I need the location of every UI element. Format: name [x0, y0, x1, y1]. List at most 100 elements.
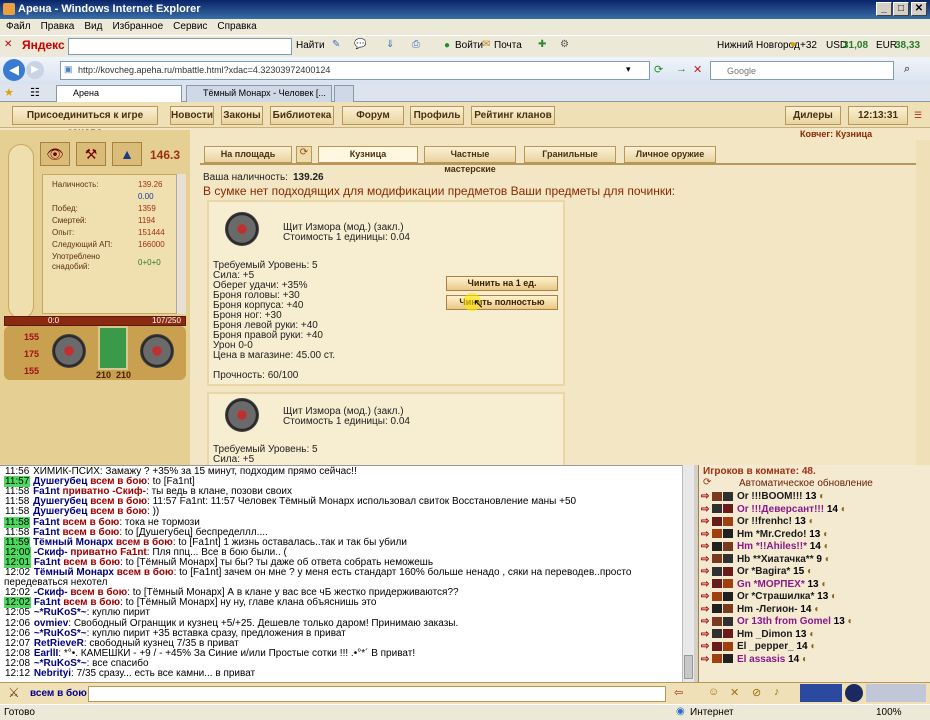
player-name[interactable]: Hm *Mr.Credo!	[737, 529, 806, 540]
close-button[interactable]: ✕	[911, 2, 927, 16]
tab-personal-weapon[interactable]: Личное оружие	[624, 146, 716, 163]
menu-edit[interactable]: Правка	[41, 21, 75, 35]
private-arrow-icon[interactable]: ⇨	[701, 566, 712, 577]
login-button[interactable]: Войти	[455, 40, 483, 51]
shield-item-icon[interactable]	[52, 334, 86, 368]
gear-icon[interactable]: ⚙	[560, 39, 569, 50]
news-button[interactable]: Новости	[170, 106, 214, 125]
minimize-button[interactable]: _	[876, 2, 892, 16]
player-name[interactable]: Or *Страшилка*	[737, 591, 814, 602]
player-row[interactable]: ⇨ El _pepper_ 14 ◐	[701, 641, 816, 652]
back-arrow-icon[interactable]: ◀	[3, 59, 25, 81]
player-name[interactable]: El _pepper_	[737, 641, 794, 652]
private-arrow-icon[interactable]: ⇨	[701, 529, 712, 540]
shield-item-icon[interactable]	[140, 334, 174, 368]
swords-icon[interactable]: ⚔	[8, 685, 20, 701]
info-icon[interactable]: ◐	[816, 491, 825, 502]
private-arrow-icon[interactable]: ⇨	[701, 654, 712, 665]
clan-rating-button[interactable]: Рейтинг кланов	[471, 106, 555, 125]
refresh-icon[interactable]: ⟳	[654, 63, 663, 76]
menu-file[interactable]: Файл	[6, 21, 31, 35]
info-icon[interactable]: ◐	[799, 654, 808, 665]
menu-help[interactable]: Справка	[217, 21, 256, 35]
chat-scrollbar[interactable]	[682, 465, 694, 682]
refresh-icon[interactable]: ⟳	[296, 146, 312, 163]
player-row[interactable]: ⇨ Or *Страшилка* 13 ◐	[701, 591, 837, 602]
url-field[interactable]: http://kovcheg.apeha.ru/mbattle.html?xda…	[78, 65, 330, 75]
player-name[interactable]: Gn *МОРПЕХ*	[737, 579, 805, 590]
plus-icon[interactable]: ✚	[538, 39, 546, 50]
private-arrow-icon[interactable]: ⇨	[701, 616, 712, 627]
player-name[interactable]: Hm -Легион-	[737, 604, 798, 615]
player-name[interactable]: Hm _Dimon	[737, 629, 793, 640]
player-row[interactable]: ⇨ Gn *МОРПЕХ* 13 ◐	[701, 579, 827, 590]
player-row[interactable]: ⇨ Or !!frenhc! 13 ◐	[701, 516, 815, 527]
player-name[interactable]: El assasis	[737, 654, 785, 665]
forward-arrow-icon[interactable]: ▶	[26, 61, 44, 79]
new-tab-button[interactable]	[334, 85, 354, 102]
info-icon[interactable]: ◐	[828, 591, 837, 602]
player-row[interactable]: ⇨ Hm *!!Ahiles!!* 14 ◐	[701, 541, 830, 552]
tab-arena[interactable]: Арена	[56, 85, 182, 102]
maximize-button[interactable]: □	[893, 2, 909, 16]
private-arrow-icon[interactable]: ⇨	[701, 604, 712, 615]
rejoin-button[interactable]: Присоединиться к игре заново	[12, 106, 158, 138]
profile-button[interactable]: Профиль	[410, 106, 464, 125]
clear-icon[interactable]: ✕	[730, 686, 739, 699]
search-input[interactable]	[710, 61, 894, 80]
player-row[interactable]: ⇨ Hm _Dimon 13 ◐	[701, 629, 815, 640]
tab-square[interactable]: На площадь	[204, 146, 292, 163]
info-icon[interactable]: ◐	[845, 616, 854, 627]
player-row[interactable]: ⇨ Or !!!Деверсант!!! 14 ◐	[701, 504, 847, 515]
refresh-icon[interactable]: ⟳	[703, 477, 711, 488]
menu-icon[interactable]: ☰	[914, 110, 922, 121]
player-name[interactable]: Hb **Хиатачка**	[737, 554, 814, 565]
info-icon[interactable]: ◐	[804, 566, 813, 577]
player-name[interactable]: Hm *!!Ahiles!!*	[737, 541, 807, 552]
printer-icon[interactable]: ⎙	[412, 39, 420, 50]
tab-private-workshops[interactable]: Частные мастерские	[424, 146, 516, 174]
private-arrow-icon[interactable]: ⇨	[701, 516, 712, 527]
info-icon[interactable]: ◐	[819, 579, 827, 590]
auto-refresh-label[interactable]: Автоматическое обновление	[739, 478, 873, 489]
player-name[interactable]: Or !!!BOOM!!!	[737, 491, 803, 502]
info-icon[interactable]: ◐	[806, 629, 815, 640]
chat-target[interactable]: всем в бою	[30, 688, 87, 699]
private-arrow-icon[interactable]: ⇨	[701, 641, 712, 652]
stats-scrollbar[interactable]	[176, 174, 186, 314]
menu-tools[interactable]: Сервис	[173, 21, 207, 35]
favorites-star-icon[interactable]: ★	[4, 86, 14, 99]
compat-icon[interactable]: ▾	[626, 64, 631, 75]
repair-one-button[interactable]: Чинить на 1 ед.	[446, 276, 558, 291]
dealers-button[interactable]: Дилеры	[785, 106, 841, 125]
tools-icon[interactable]: ⚒	[76, 142, 106, 166]
yandex-find-button[interactable]: Найти	[296, 40, 325, 51]
stop-icon[interactable]: ✕	[693, 63, 702, 76]
private-arrow-icon[interactable]: ⇨	[701, 504, 712, 515]
info-icon[interactable]: ◐	[822, 554, 831, 565]
private-arrow-icon[interactable]: ⇨	[701, 554, 712, 565]
private-arrow-icon[interactable]: ⇨	[701, 629, 712, 640]
pen-icon[interactable]: ✎	[332, 39, 340, 50]
eye-icon[interactable]: 👁	[40, 142, 70, 166]
player-row[interactable]: ⇨ Hb **Хиатачка** 9 ◐	[701, 554, 831, 565]
player-row[interactable]: ⇨ Or *Bagira* 15 ◐	[701, 566, 813, 577]
download-icon[interactable]: ⇓	[386, 39, 394, 50]
player-name[interactable]: Or 13th from Gomel	[737, 616, 831, 627]
armor-slot-icon[interactable]	[98, 326, 128, 370]
info-icon[interactable]: ◐	[838, 504, 847, 515]
yandex-search-input[interactable]	[68, 38, 292, 55]
chat-recipient[interactable]: всем в бою	[117, 567, 174, 578]
private-arrow-icon[interactable]: ⇨	[701, 591, 712, 602]
menu-view[interactable]: Вид	[84, 21, 102, 35]
player-row[interactable]: ⇨ Or 13th from Gomel 13 ◐	[701, 616, 854, 627]
player-row[interactable]: ⇨ El assasis 14 ◐	[701, 654, 808, 665]
mail-button[interactable]: Почта	[494, 40, 522, 51]
filter-icon[interactable]: ⊘	[752, 686, 761, 699]
zoom-level[interactable]: 100%	[876, 707, 902, 718]
tab-forge[interactable]: Кузница	[318, 146, 418, 163]
music-icon[interactable]: ♪	[774, 686, 780, 698]
player-name[interactable]: Or !!frenhc!	[737, 516, 792, 527]
mage-icon[interactable]: ▲	[112, 142, 142, 166]
go-icon[interactable]: →	[676, 63, 687, 75]
